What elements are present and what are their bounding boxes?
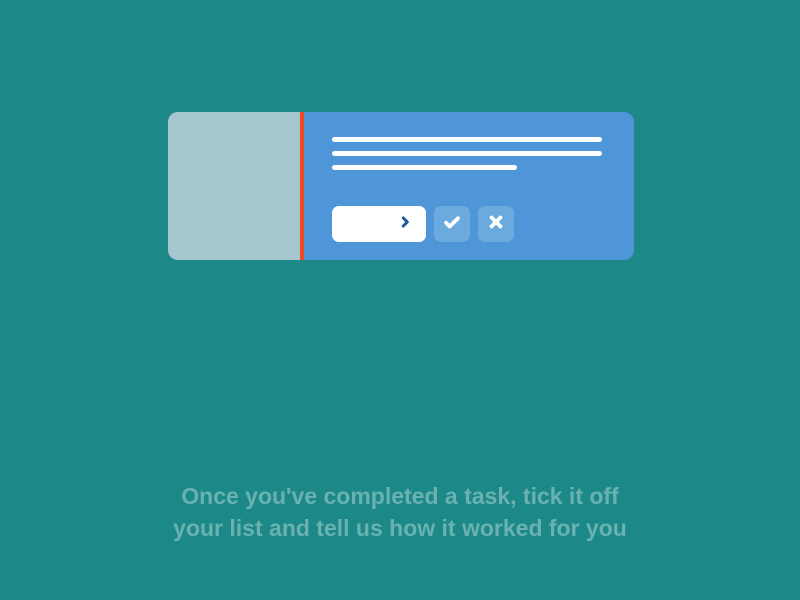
check-icon xyxy=(443,213,461,236)
chevron-right-icon xyxy=(398,215,412,234)
task-card-thumbnail xyxy=(168,112,300,260)
complete-button[interactable] xyxy=(434,206,470,242)
text-line xyxy=(332,165,517,170)
text-line xyxy=(332,137,602,142)
next-button[interactable] xyxy=(332,206,426,242)
task-actions xyxy=(332,206,606,242)
task-text-placeholder xyxy=(332,137,606,170)
task-card-body xyxy=(304,112,634,260)
text-line xyxy=(332,151,602,156)
close-icon xyxy=(487,213,505,236)
caption-line-1: Once you've completed a task, tick it of… xyxy=(60,480,740,512)
task-card xyxy=(168,112,634,260)
caption-line-2: your list and tell us how it worked for … xyxy=(60,512,740,544)
dismiss-button[interactable] xyxy=(478,206,514,242)
instruction-caption: Once you've completed a task, tick it of… xyxy=(0,480,800,544)
